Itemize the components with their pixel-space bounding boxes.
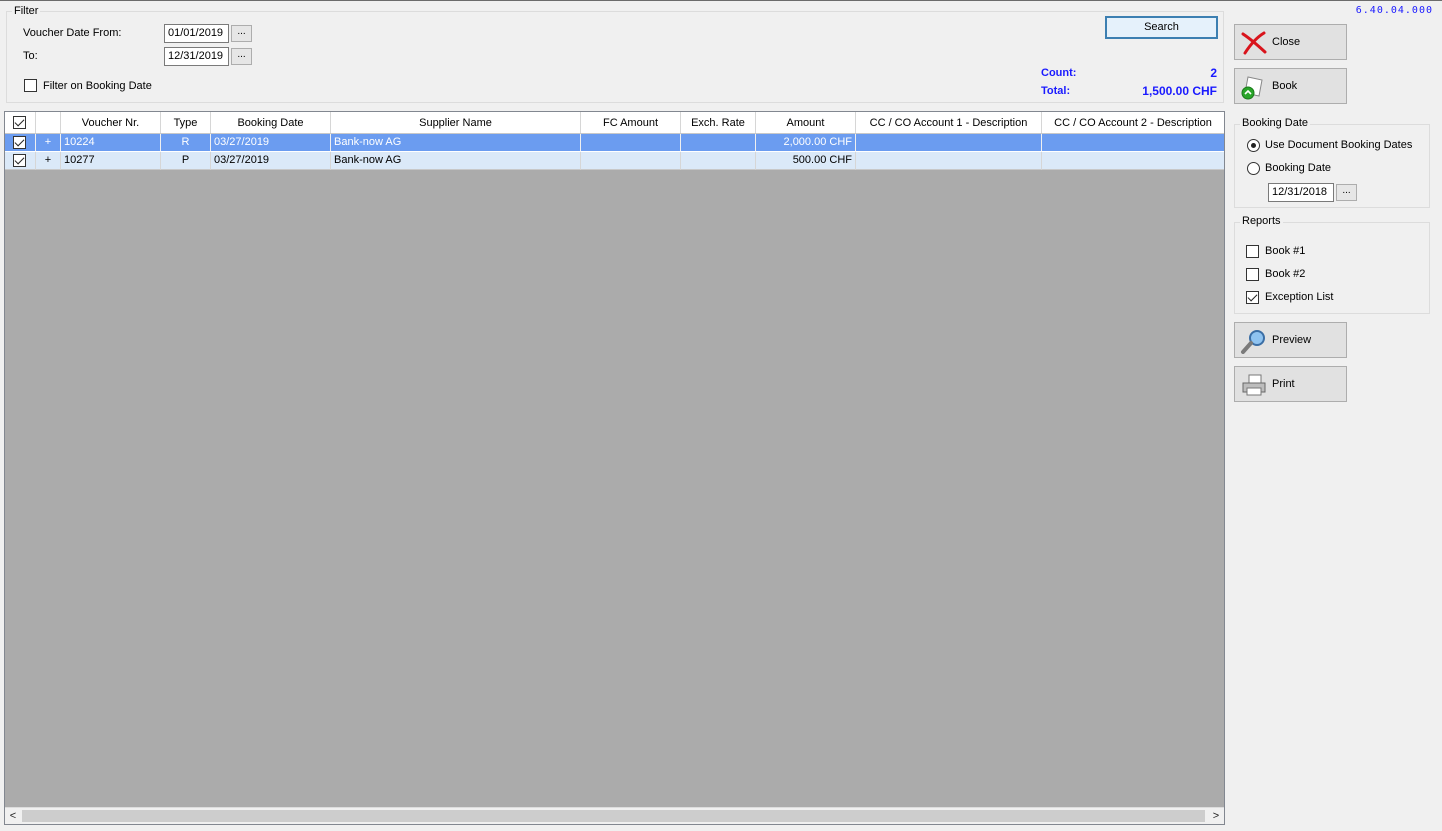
use-document-booking-dates-radio[interactable]: [1247, 139, 1260, 152]
filter-group-title: Filter: [12, 5, 41, 17]
filter-on-booking-date-checkbox[interactable]: [24, 79, 37, 92]
cell-exch-rate: [681, 134, 756, 152]
row-checkbox[interactable]: [13, 136, 26, 149]
cell-voucher-nr: 10224: [61, 134, 161, 152]
report-exception-list-label: Exception List: [1265, 291, 1334, 303]
filter-group: Filter Voucher Date From: 01/01/2019 ...…: [6, 5, 1224, 103]
voucher-date-from-picker-button[interactable]: ...: [231, 25, 252, 42]
cell-booking-date: 03/27/2019: [211, 152, 331, 170]
use-document-booking-dates-label: Use Document Booking Dates: [1265, 139, 1413, 151]
table-row[interactable]: + 10277 P 03/27/2019 Bank-now AG 500.00 …: [5, 152, 1224, 170]
row-checkbox[interactable]: [13, 154, 26, 167]
total-value: 1,500.00 CHF: [1142, 84, 1217, 98]
grid-header: Voucher Nr. Type Booking Date Supplier N…: [5, 112, 1224, 134]
cell-cc-co-account-1: [856, 134, 1042, 152]
booking-date-radio[interactable]: [1247, 162, 1260, 175]
cell-amount: 500.00 CHF: [756, 152, 856, 170]
row-expand-button[interactable]: +: [36, 152, 61, 170]
column-header-fc-amount[interactable]: FC Amount: [581, 112, 681, 133]
cell-type: P: [161, 152, 211, 170]
row-select-cell[interactable]: [5, 134, 36, 152]
select-all-checkbox[interactable]: [13, 116, 26, 129]
column-header-type[interactable]: Type: [161, 112, 211, 133]
voucher-grid[interactable]: Voucher Nr. Type Booking Date Supplier N…: [4, 111, 1225, 825]
table-row[interactable]: + 10224 R 03/27/2019 Bank-now AG 2,000.0…: [5, 134, 1224, 152]
cell-cc-co-account-2: [1042, 152, 1224, 170]
column-header-booking-date[interactable]: Booking Date: [211, 112, 331, 133]
preview-button[interactable]: Preview: [1234, 322, 1347, 358]
cell-voucher-nr: 10277: [61, 152, 161, 170]
header-select-all-cell[interactable]: [5, 112, 36, 133]
row-select-cell[interactable]: [5, 152, 36, 170]
print-button-label: Print: [1272, 378, 1295, 390]
booking-date-group-title: Booking Date: [1240, 117, 1311, 129]
report-book1-label: Book #1: [1265, 245, 1306, 257]
count-label: Count:: [1041, 67, 1077, 79]
cell-cc-co-account-1: [856, 152, 1042, 170]
reports-group-title: Reports: [1240, 215, 1283, 227]
cell-type: R: [161, 134, 211, 152]
voucher-date-to-picker-button[interactable]: ...: [231, 48, 252, 65]
column-header-amount[interactable]: Amount: [756, 112, 856, 133]
booking-date-radio-label: Booking Date: [1265, 162, 1332, 174]
column-header-supplier-name[interactable]: Supplier Name: [331, 112, 581, 133]
printer-icon: [1240, 372, 1268, 398]
report-book2-label: Book #2: [1265, 268, 1306, 280]
cell-supplier-name: Bank-now AG: [331, 152, 581, 170]
cell-amount: 2,000.00 CHF: [756, 134, 856, 152]
close-button-label: Close: [1272, 36, 1301, 48]
column-header-voucher-nr[interactable]: Voucher Nr.: [61, 112, 161, 133]
filter-on-booking-date-label: Filter on Booking Date: [43, 80, 152, 92]
voucher-date-from-label: Voucher Date From:: [23, 27, 122, 39]
report-exception-list-checkbox[interactable]: [1246, 291, 1259, 304]
reports-group: Reports Book #1 Book #2 Exception List: [1234, 215, 1430, 314]
column-header-cc-co-account-2[interactable]: CC / CO Account 2 - Description: [1042, 112, 1224, 133]
book-document-icon: [1240, 74, 1268, 100]
report-book2-checkbox[interactable]: [1246, 268, 1259, 281]
search-button[interactable]: Search: [1105, 16, 1218, 39]
voucher-date-from-field[interactable]: 01/01/2019: [164, 24, 229, 43]
column-header-cc-co-account-1[interactable]: CC / CO Account 1 - Description: [856, 112, 1042, 133]
book-button[interactable]: Book: [1234, 68, 1347, 104]
booking-date-picker-button[interactable]: ...: [1336, 184, 1357, 201]
row-expand-button[interactable]: +: [36, 134, 61, 152]
voucher-date-to-label: To:: [23, 50, 38, 62]
cell-fc-amount: [581, 152, 681, 170]
voucher-date-to-field[interactable]: 12/31/2019: [164, 47, 229, 66]
header-expand-cell: [36, 112, 61, 133]
column-header-exch-rate[interactable]: Exch. Rate: [681, 112, 756, 133]
scrollbar-thumb[interactable]: [22, 810, 1205, 822]
total-label: Total:: [1041, 85, 1071, 97]
version-label: 6.40.04.000: [1355, 5, 1433, 16]
book-button-label: Book: [1272, 80, 1298, 92]
cell-supplier-name: Bank-now AG: [331, 134, 581, 152]
print-button[interactable]: Print: [1234, 366, 1347, 402]
report-book1-checkbox[interactable]: [1246, 245, 1259, 258]
preview-button-label: Preview: [1272, 334, 1312, 346]
scroll-left-icon[interactable]: <: [5, 809, 21, 823]
cell-booking-date: 03/27/2019: [211, 134, 331, 152]
close-button[interactable]: Close: [1234, 24, 1347, 60]
magnifier-icon: [1240, 328, 1268, 354]
window-top-border: [0, 0, 1442, 3]
close-x-icon: [1240, 30, 1268, 56]
cell-fc-amount: [581, 134, 681, 152]
count-value: 2: [1210, 66, 1217, 80]
booking-date-group: Booking Date Use Document Booking Dates …: [1234, 117, 1430, 208]
horizontal-scrollbar[interactable]: < >: [5, 807, 1224, 824]
cell-exch-rate: [681, 152, 756, 170]
cell-cc-co-account-2: [1042, 134, 1224, 152]
booking-date-field[interactable]: 12/31/2018: [1268, 183, 1334, 202]
scroll-right-icon[interactable]: >: [1208, 809, 1224, 823]
